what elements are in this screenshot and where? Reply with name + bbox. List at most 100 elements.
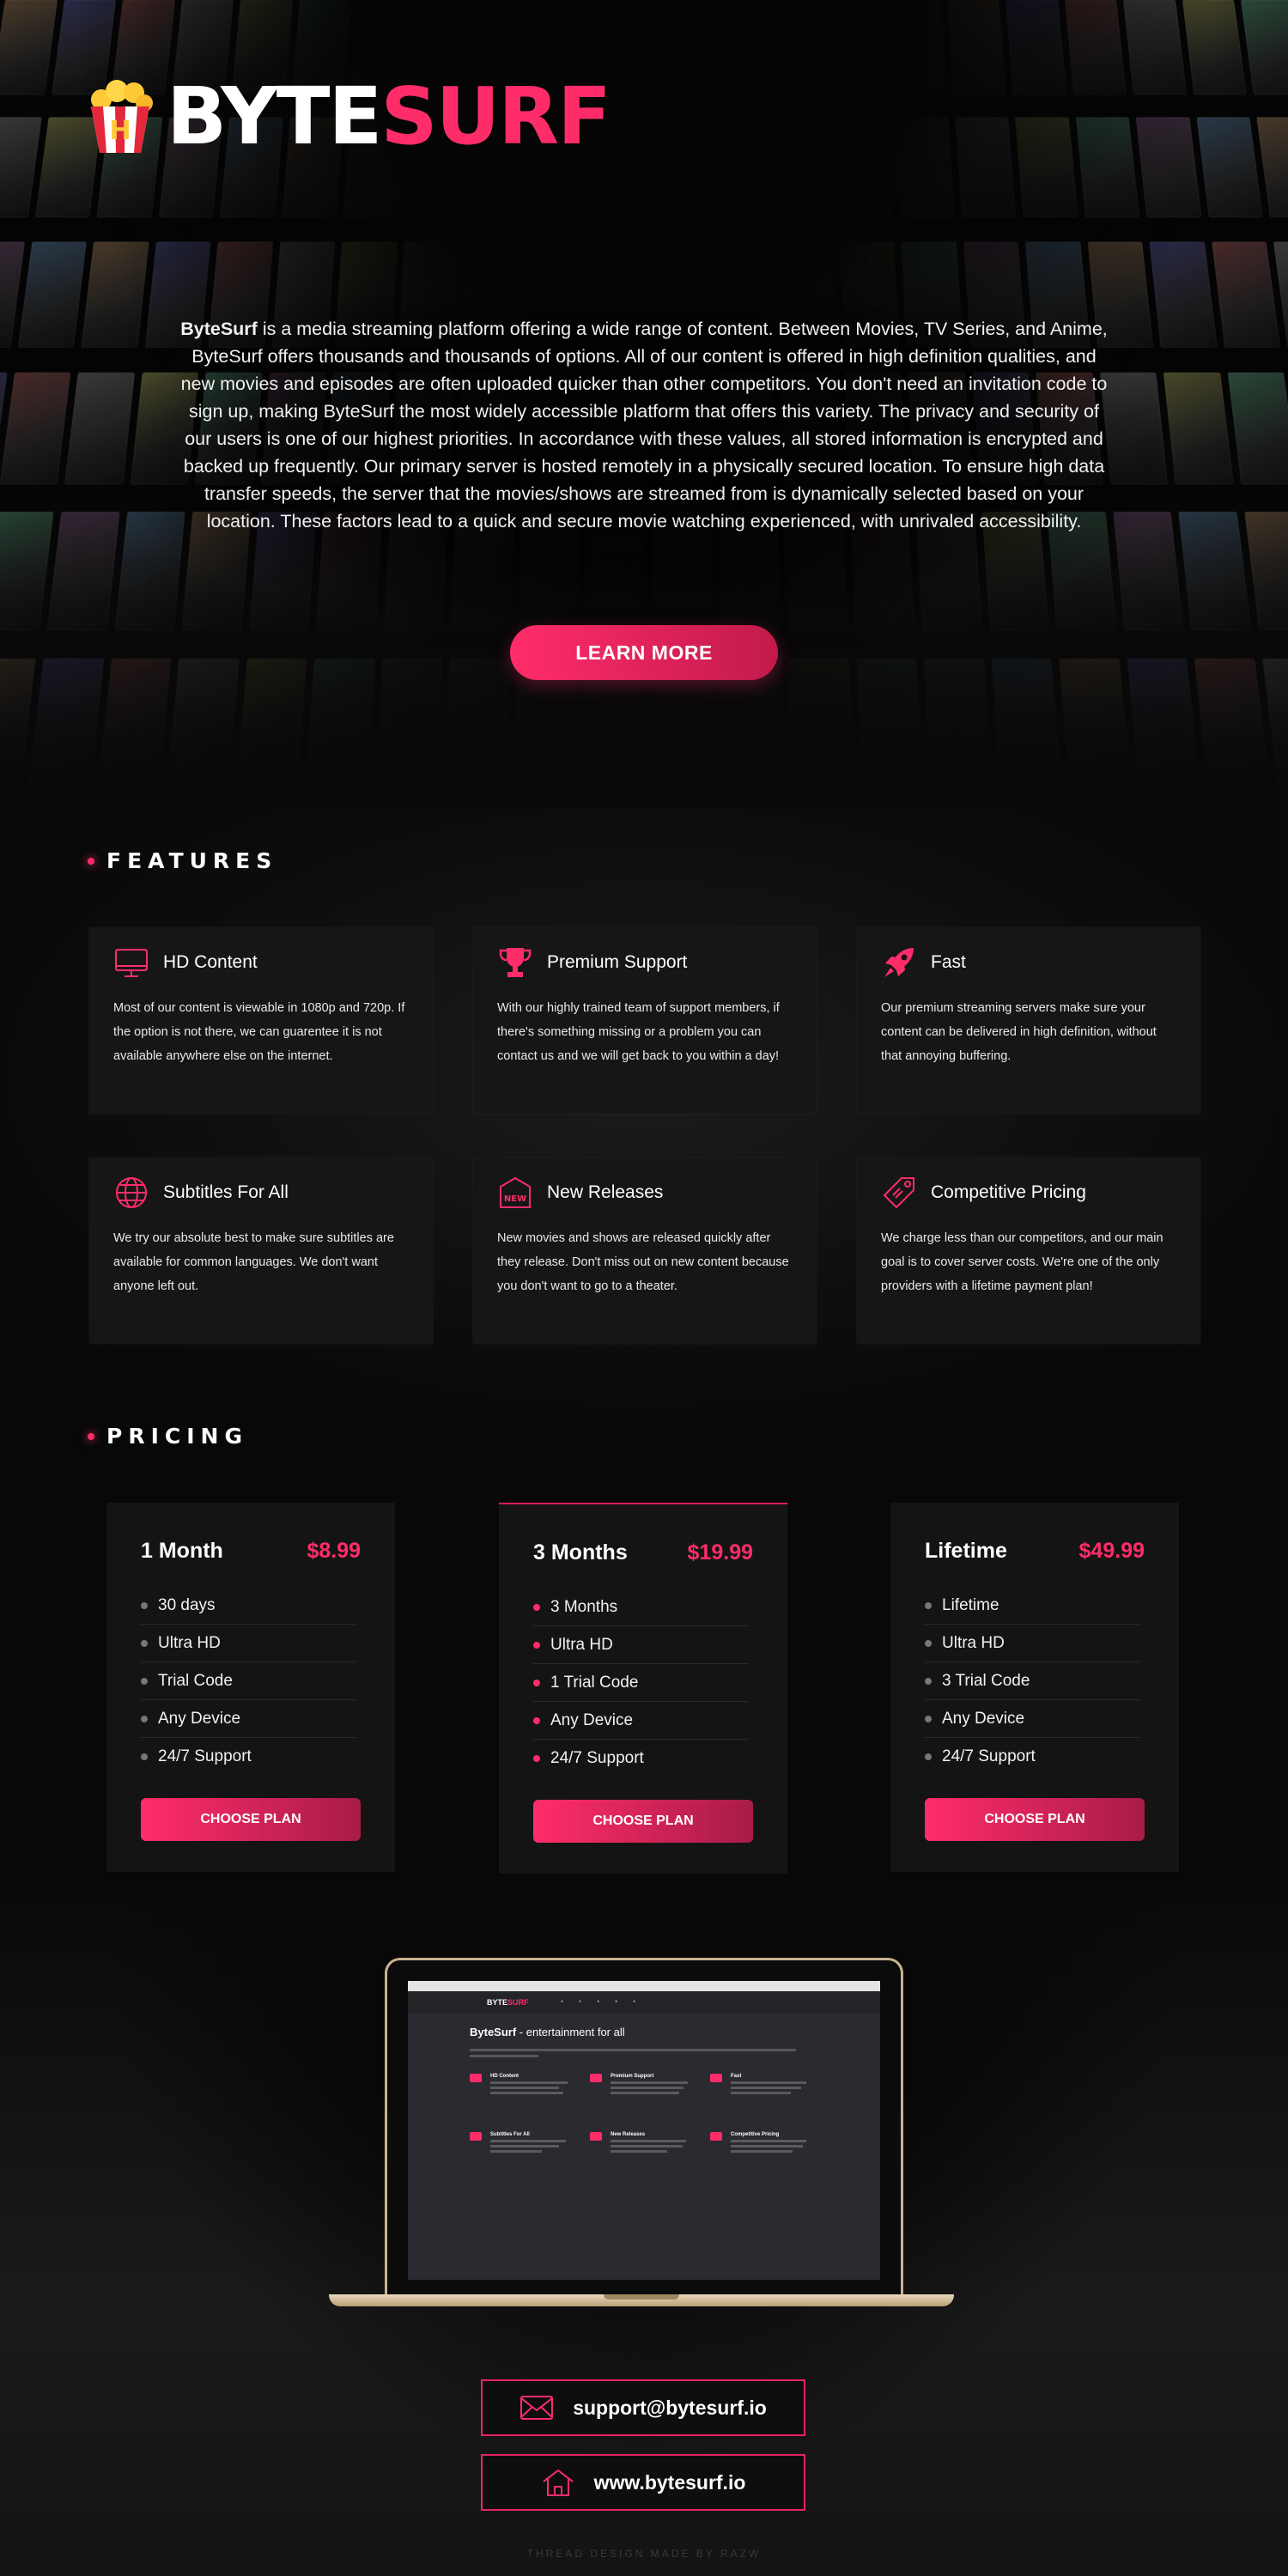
plan-feature-text: Any Device: [550, 1711, 634, 1729]
bullet-icon: [141, 1677, 148, 1685]
bullet-icon: [141, 1715, 148, 1722]
plan-feature: Any Device: [925, 1700, 1139, 1738]
screen-feature-new-releases: New Releases: [590, 2132, 702, 2153]
plan-price: $8.99: [307, 1539, 361, 1563]
bullet-icon: [925, 1715, 932, 1722]
plan-feature-text: Ultra HD: [550, 1636, 613, 1654]
email-text: support@bytesurf.io: [573, 2396, 767, 2419]
website-link[interactable]: www.bytesurf.io: [481, 2454, 805, 2511]
feature-title: Competitive Pricing: [931, 1182, 1086, 1202]
screen-headline-rest: - entertainment for all: [516, 2026, 625, 2038]
screen-logo-part2: SURF: [507, 1998, 529, 2007]
plan-name: 1 Month: [141, 1539, 223, 1563]
screen-headline: ByteSurf - entertainment for all: [470, 2026, 625, 2038]
screen-feature-support: Premium Support: [590, 2074, 702, 2094]
feature-title: Fast: [931, 952, 966, 972]
features-heading-text: FEATURES: [106, 848, 278, 873]
plan-price: $19.99: [687, 1540, 753, 1564]
browser-bar: [408, 1981, 880, 1991]
screen-logo: BYTESURF: [487, 1998, 529, 2007]
monitor-icon: [115, 949, 148, 977]
svg-text:NEW: NEW: [504, 1194, 526, 1204]
brand-logo[interactable]: H BYTESURF: [86, 77, 611, 156]
choose-plan-button[interactable]: CHOOSE PLAN: [533, 1800, 753, 1843]
plan-feature-text: Any Device: [942, 1710, 1025, 1728]
bullet-icon: [925, 1639, 932, 1647]
feature-description: Our premium streaming servers make sure …: [881, 1001, 1157, 1063]
bullet-icon: [533, 1716, 540, 1724]
screen-feature-fast: Fast: [710, 2074, 822, 2094]
plan-feature-text: 30 days: [158, 1596, 216, 1614]
bullet-icon: [141, 1601, 148, 1609]
plan-feature-text: 24/7 Support: [550, 1749, 644, 1767]
svg-text:H: H: [109, 116, 131, 146]
bullet-icon: [533, 1603, 540, 1611]
pricing-card-3-months: 3 Months $19.99 3 Months Ultra HD 1 Tria…: [499, 1503, 787, 1874]
plan-feature-list: 3 Months Ultra HD 1 Trial Code Any Devic…: [533, 1589, 748, 1777]
choose-plan-button[interactable]: CHOOSE PLAN: [925, 1798, 1145, 1841]
intro-paragraph: ByteSurf is a media streaming platform o…: [180, 315, 1108, 535]
popcorn-icon: H: [86, 79, 155, 155]
bullet-icon: [141, 1753, 148, 1760]
feature-title: HD Content: [163, 952, 258, 972]
heading-dot-icon: [88, 857, 94, 865]
screen-feature-subtitles: Subtitles For All: [470, 2132, 581, 2153]
home-icon: [543, 2469, 574, 2496]
screen-logo-part1: BYTE: [487, 1998, 508, 2007]
laptop-lid: BYTESURF ● ● ● ● ● ByteSurf - entertainment …: [385, 1958, 903, 2300]
screen-subtext-lines: [470, 2046, 813, 2057]
brand-wordmark: BYTESURF: [167, 77, 611, 156]
feature-card-competitive-pricing: Competitive Pricing We charge less than …: [857, 1157, 1200, 1344]
screen-feature-hd: HD Content: [470, 2074, 581, 2094]
feature-description: New movies and shows are released quickl…: [497, 1231, 789, 1293]
screen-feature-pricing: Competitive Pricing: [710, 2132, 822, 2153]
bullet-icon: [533, 1754, 540, 1762]
plan-feature-text: 3 Months: [550, 1598, 618, 1616]
intro-lead: ByteSurf: [180, 318, 258, 339]
screen-navbar: [408, 1991, 880, 2014]
bullet-icon: [533, 1679, 540, 1686]
heading-dot-icon: [88, 1432, 94, 1440]
feature-card-hd-content: HD Content Most of our content is viewab…: [89, 927, 433, 1114]
envelope-icon: [520, 2396, 554, 2420]
email-contact-link[interactable]: support@bytesurf.io: [481, 2379, 805, 2436]
choose-plan-button[interactable]: CHOOSE PLAN: [141, 1798, 361, 1841]
features-heading: FEATURES: [88, 848, 277, 873]
feature-title: New Releases: [547, 1182, 664, 1202]
globe-icon: [116, 1177, 147, 1208]
pricing-heading: PRICING: [88, 1424, 248, 1449]
screen-feature-title: New Releases: [611, 2132, 646, 2137]
plan-feature: Any Device: [533, 1702, 748, 1740]
pricing-heading-text: PRICING: [106, 1424, 248, 1449]
plan-name: 3 Months: [533, 1540, 628, 1564]
plan-feature-text: Any Device: [158, 1710, 241, 1728]
website-text: www.bytesurf.io: [593, 2470, 746, 2494]
plan-feature: 24/7 Support: [141, 1738, 355, 1775]
learn-more-button[interactable]: LEARN MORE: [510, 625, 778, 680]
plan-feature-list: 30 days Ultra HD Trial Code Any Device 2…: [141, 1587, 355, 1775]
new-badge-icon: NEW: [500, 1176, 531, 1208]
plan-feature-text: 3 Trial Code: [942, 1672, 1030, 1690]
price-tag-icon: [883, 1177, 914, 1209]
plan-feature-text: 24/7 Support: [942, 1747, 1036, 1765]
plan-feature-text: Ultra HD: [158, 1634, 221, 1652]
bullet-icon: [925, 1677, 932, 1685]
plan-feature: Any Device: [141, 1700, 355, 1738]
feature-title: Premium Support: [547, 952, 688, 972]
plan-feature: Trial Code: [141, 1662, 355, 1700]
rocket-icon: [884, 948, 914, 977]
pricing-card-lifetime: Lifetime $49.99 Lifetime Ultra HD 3 Tria…: [890, 1503, 1179, 1872]
feature-card-fast: Fast Our premium streaming servers make …: [857, 927, 1200, 1114]
plan-feature-text: Lifetime: [942, 1596, 999, 1614]
plan-feature: 30 days: [141, 1587, 355, 1625]
screen-feature-title: HD Content: [490, 2074, 519, 2079]
feature-card-subtitles: Subtitles For All We try our absolute be…: [89, 1157, 433, 1344]
bullet-icon: [533, 1641, 540, 1649]
plan-feature-text: 1 Trial Code: [550, 1674, 639, 1692]
feature-description: We charge less than our competitors, and…: [881, 1231, 1163, 1293]
feature-description: With our highly trained team of support …: [497, 1001, 780, 1063]
plan-feature: 3 Trial Code: [925, 1662, 1139, 1700]
trophy-icon: [499, 948, 532, 977]
plan-feature: Ultra HD: [141, 1625, 355, 1662]
plan-feature: Ultra HD: [925, 1625, 1139, 1662]
